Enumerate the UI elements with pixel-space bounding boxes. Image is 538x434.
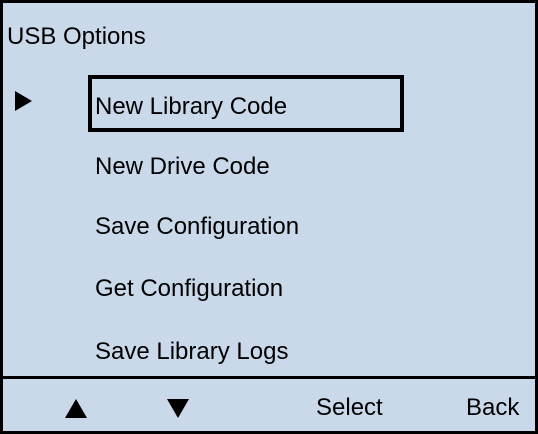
back-softkey[interactable]: Back	[466, 396, 519, 420]
menu-item-get-configuration[interactable]: Get Configuration	[95, 277, 283, 301]
screen-title: USB Options	[7, 23, 146, 50]
lcd-screen: USB Options New Library Code New Drive C…	[0, 0, 538, 434]
up-arrow-icon[interactable]	[65, 399, 87, 418]
menu-item-save-library-logs[interactable]: Save Library Logs	[95, 340, 288, 364]
softkey-bar: Select Back	[3, 376, 535, 431]
down-arrow-icon[interactable]	[167, 399, 189, 418]
menu-item-new-drive-code[interactable]: New Drive Code	[95, 155, 270, 179]
menu-item-new-library-code[interactable]: New Library Code	[87, 75, 405, 132]
menu-item-save-configuration[interactable]: Save Configuration	[95, 215, 299, 239]
selection-pointer-icon	[15, 91, 32, 111]
select-softkey[interactable]: Select	[316, 396, 383, 420]
